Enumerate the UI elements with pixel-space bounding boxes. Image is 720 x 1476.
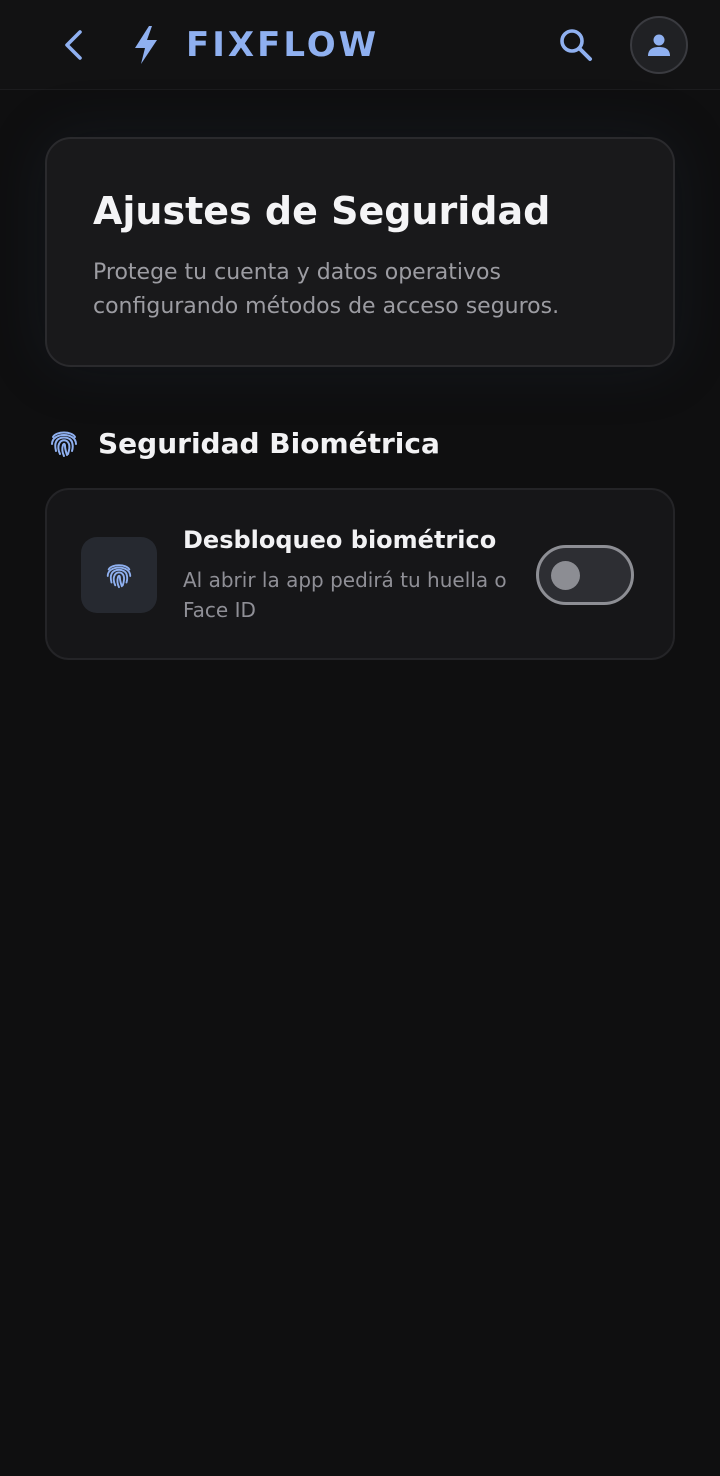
security-settings-intro-card: Ajustes de Seguridad Protege tu cuenta y… xyxy=(45,137,675,367)
profile-button[interactable] xyxy=(630,16,688,74)
section-title: Seguridad Biométrica xyxy=(98,426,440,460)
setting-description: Al abrir la app pedirá tu huella o Face … xyxy=(183,568,507,622)
biometric-unlock-setting: Desbloqueo biométrico Al abrir la app pe… xyxy=(45,488,675,660)
top-app-bar: FIXFLOW xyxy=(0,0,720,90)
chevron-left-icon xyxy=(65,30,82,60)
bolt-icon xyxy=(128,22,164,68)
brand-name: FIXFLOW xyxy=(186,25,380,65)
page-title: Ajustes de Seguridad xyxy=(93,189,551,233)
biometric-section-header: Seguridad Biométrica xyxy=(46,420,440,466)
biometric-unlock-toggle[interactable] xyxy=(536,545,634,605)
search-button[interactable] xyxy=(553,22,599,68)
fingerprint-icon xyxy=(81,537,157,613)
setting-title: Desbloqueo biométrico xyxy=(183,526,497,554)
back-button[interactable] xyxy=(52,22,98,68)
toggle-knob xyxy=(551,561,580,590)
person-icon xyxy=(648,34,670,56)
app-screen: FIXFLOW Ajustes de Seguridad Protege tu … xyxy=(0,0,720,1476)
search-icon xyxy=(560,29,592,61)
page-description: Protege tu cuenta y datos operativos con… xyxy=(93,260,560,319)
fingerprint-icon xyxy=(46,425,82,461)
